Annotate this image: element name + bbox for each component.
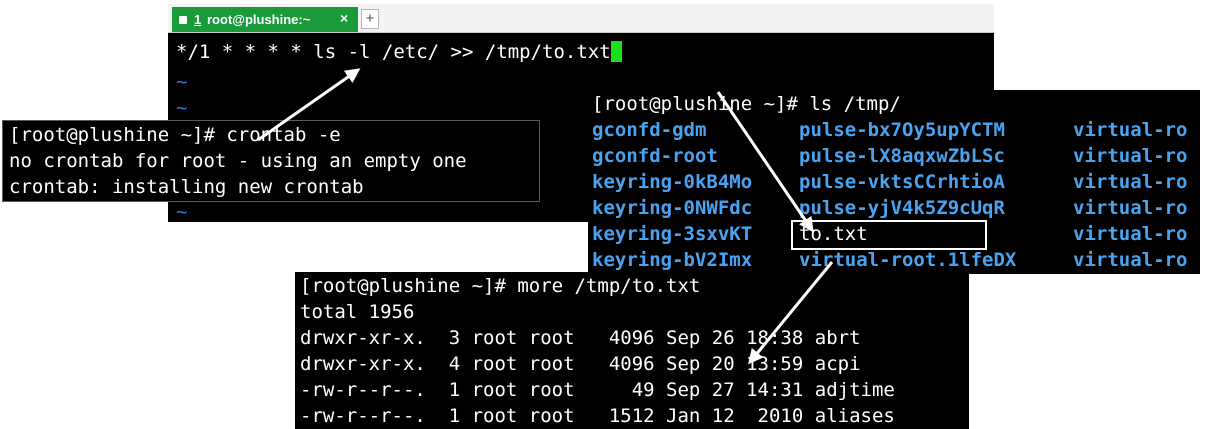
- tab-title: root@plushine:~: [207, 12, 311, 27]
- listing-row: drwxr-xr-x. 4 root root 4096 Sep 20 13:5…: [300, 353, 861, 375]
- file-entry: keyring-0NWFdc: [592, 197, 753, 219]
- tab-bar: 1 root@plushine:~ × +: [168, 4, 994, 33]
- session-status-icon: [179, 16, 187, 24]
- file-entry: virtual-ro: [1073, 223, 1188, 245]
- file-entry: pulse-bx7Oy5upYCTM: [799, 119, 1005, 141]
- crontab-entry-text: */1 * * * * ls -l /etc/ >> /tmp/to.txt: [176, 41, 611, 63]
- empty-line-marker: ~: [176, 201, 188, 223]
- tab-root-session[interactable]: 1 root@plushine:~ ×: [172, 7, 358, 32]
- text-cursor: [610, 41, 622, 62]
- highlight-box: [791, 220, 987, 250]
- terminal-line: total 1956: [300, 301, 415, 323]
- terminal-line: no crontab for root - using an empty one: [9, 150, 467, 172]
- file-entry: gconfd-root: [592, 145, 718, 167]
- file-entry: virtual-ro: [1073, 249, 1188, 271]
- empty-line-marker: ~: [176, 97, 188, 119]
- vim-command-line: */1 * * * * ls -l /etc/ >> /tmp/to.txt: [176, 41, 622, 63]
- more-output-terminal-panel: [root@plushine ~]# more /tmp/to.txt tota…: [295, 272, 969, 429]
- tab-number: 1: [194, 12, 202, 27]
- file-entry: keyring-3sxvKT: [592, 223, 753, 245]
- listing-row: drwxr-xr-x. 3 root root 4096 Sep 26 18:3…: [300, 327, 861, 349]
- file-entry: pulse-lX8aqxwZbLSc: [799, 145, 1005, 167]
- file-entry: virtual-ro: [1073, 197, 1188, 219]
- terminal-prompt-line: [root@plushine ~]# more /tmp/to.txt: [300, 275, 701, 297]
- empty-line-marker: ~: [176, 71, 188, 93]
- terminal-line: [root@plushine ~]# crontab -e: [9, 124, 341, 146]
- file-entry: keyring-bV2Imx: [592, 249, 753, 271]
- file-entry: pulse-vktsCCrhtioA: [799, 171, 1005, 193]
- file-entry: virtual-ro: [1073, 171, 1188, 193]
- terminal-line: crontab: installing new crontab: [9, 176, 364, 198]
- ls-tmp-terminal-panel: [root@plushine ~]# ls /tmp/ gconfd-gdm g…: [588, 90, 1200, 274]
- close-icon[interactable]: ×: [340, 10, 348, 26]
- terminal-prompt-line: [root@plushine ~]# ls /tmp/: [592, 93, 901, 115]
- listing-row: -rw-r--r--. 1 root root 49 Sep 27 14:31 …: [300, 379, 895, 401]
- crontab-terminal-panel: [root@plushine ~]# crontab -e no crontab…: [2, 120, 540, 202]
- file-entry: virtual-ro: [1073, 119, 1188, 141]
- listing-row: -rw-r--r--. 1 root root 1512 Jan 12 2010…: [300, 405, 895, 427]
- file-entry: pulse-yjV4k5Z9cUqR: [799, 197, 1005, 219]
- file-entry: gconfd-gdm: [592, 119, 707, 141]
- file-entry: virtual-ro: [1073, 145, 1188, 167]
- file-entry: keyring-0kB4Mo: [592, 171, 753, 193]
- file-entry: virtual-root.1lfeDX: [799, 249, 1017, 271]
- new-tab-button[interactable]: +: [361, 9, 379, 29]
